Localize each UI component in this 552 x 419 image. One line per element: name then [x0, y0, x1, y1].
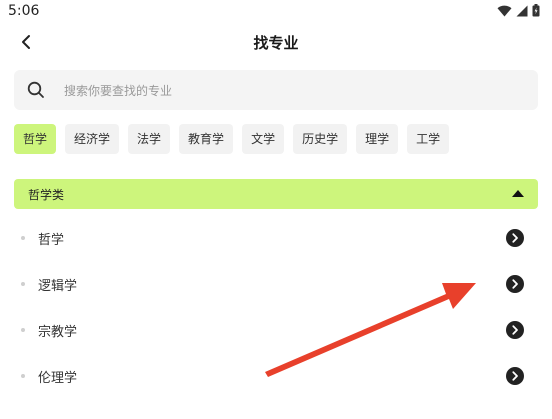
tab-literature[interactable]: 文学	[242, 124, 285, 154]
list-item-label: 哲学	[38, 233, 65, 248]
list-item[interactable]: 哲学	[14, 215, 538, 261]
discipline-tabs: 哲学 经济学 法学 教育学 文学 历史学 理学 工学	[14, 124, 458, 154]
bullet-dot	[21, 282, 25, 286]
chevron-right-icon[interactable]	[506, 275, 524, 293]
status-bar: 5:06	[0, 0, 552, 24]
list-item[interactable]: 宗教学	[14, 307, 538, 353]
list-item-label: 宗教学	[38, 325, 78, 340]
tab-law[interactable]: 法学	[128, 124, 171, 154]
list-item[interactable]: 伦理学	[14, 353, 538, 399]
search-input[interactable]	[62, 70, 526, 112]
tab-philosophy[interactable]: 哲学	[14, 124, 57, 154]
chevron-right-icon[interactable]	[506, 321, 524, 339]
bullet-dot	[21, 374, 25, 378]
major-list: 哲学 逻辑学 宗教学 伦理学	[14, 215, 538, 399]
tab-economics[interactable]: 经济学	[65, 124, 120, 154]
list-item[interactable]: 逻辑学	[14, 261, 538, 307]
collapse-arrow-icon[interactable]	[512, 190, 524, 197]
bullet-dot	[21, 328, 25, 332]
header: 找专业	[0, 24, 552, 60]
tab-science[interactable]: 理学	[356, 124, 399, 154]
wifi-icon	[497, 5, 512, 16]
cellular-signal-icon	[516, 5, 528, 16]
chevron-right-icon[interactable]	[506, 229, 524, 247]
status-icons	[497, 4, 540, 17]
list-item-label: 逻辑学	[38, 279, 78, 294]
status-time: 5:06	[8, 3, 40, 19]
category-header[interactable]: 哲学类	[14, 179, 538, 209]
tab-education[interactable]: 教育学	[179, 124, 234, 154]
page-title: 找专业	[253, 34, 299, 52]
category-label: 哲学类	[28, 188, 65, 202]
tab-engineering[interactable]: 工学	[407, 124, 450, 154]
chevron-right-icon[interactable]	[506, 367, 524, 385]
tab-history[interactable]: 历史学	[293, 124, 348, 154]
list-item-label: 伦理学	[38, 371, 78, 386]
battery-icon	[532, 4, 540, 17]
search-box[interactable]	[14, 70, 538, 112]
search-icon	[27, 81, 44, 98]
bullet-dot	[21, 236, 25, 240]
